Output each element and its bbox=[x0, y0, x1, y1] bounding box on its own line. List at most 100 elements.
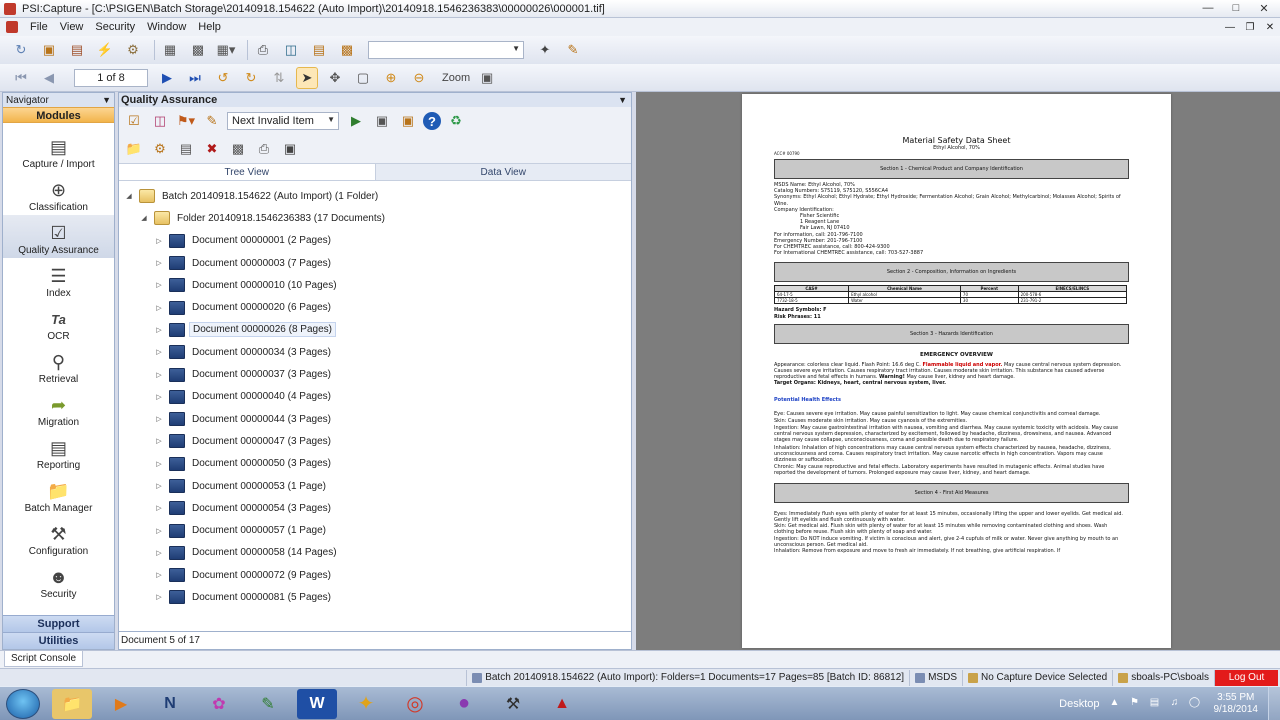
tab-data-view[interactable]: Data View bbox=[375, 164, 631, 180]
scan-insert-icon[interactable]: ⎙ bbox=[253, 138, 275, 160]
expand-icon[interactable]: ▷ bbox=[153, 482, 165, 490]
tree-document-node[interactable]: ▷ Document 00000010 (10 Pages) bbox=[119, 274, 631, 296]
doc-restore-button[interactable]: ❐ bbox=[1240, 22, 1260, 33]
tree-document-node[interactable]: ▷ Document 00000001 (2 Pages) bbox=[119, 230, 631, 252]
tree-folder-node[interactable]: ◢ Folder 20140918.1546236383 (17 Documen… bbox=[119, 207, 631, 229]
expand-icon[interactable]: ▷ bbox=[153, 504, 165, 512]
nav-item-quality-assurance[interactable]: ☑ Quality Assurance bbox=[3, 215, 114, 258]
doc-close-button[interactable]: ✕ bbox=[1260, 22, 1280, 33]
tree-document-node[interactable]: ▷ Document 00000040 (4 Pages) bbox=[119, 386, 631, 408]
expand-icon[interactable]: ▷ bbox=[153, 593, 165, 601]
pin-icon[interactable]: ▼ bbox=[102, 95, 111, 105]
tool-icon[interactable]: ⚒ bbox=[493, 689, 533, 719]
merge-icon[interactable]: ⚙ bbox=[149, 138, 171, 160]
split-icon[interactable]: ▤ bbox=[175, 138, 197, 160]
minimize-button[interactable]: — bbox=[1194, 0, 1222, 16]
zoom-rect-icon[interactable]: ▢ bbox=[352, 67, 374, 89]
go-icon[interactable]: ▶ bbox=[345, 110, 367, 132]
pin-icon[interactable]: ▼ bbox=[618, 95, 627, 105]
volume-icon[interactable]: ♫ bbox=[1168, 697, 1182, 711]
first-page-icon[interactable]: ⏮ bbox=[10, 67, 32, 89]
excel-like-icon[interactable]: N bbox=[150, 689, 190, 719]
expand-icon[interactable]: ▷ bbox=[153, 527, 165, 535]
help-icon[interactable]: ? bbox=[423, 112, 441, 130]
document-viewer[interactable]: Material Safety Data Sheet Ethyl Alcohol… bbox=[636, 92, 1280, 650]
rotate-left-icon[interactable]: ↺ bbox=[212, 67, 234, 89]
tray-expand-icon[interactable]: ▲ bbox=[1108, 697, 1122, 711]
import-icon[interactable]: ▤ bbox=[308, 39, 330, 61]
nav-item-batch-manager[interactable]: 📁 Batch Manager bbox=[3, 473, 114, 516]
word-icon[interactable]: W bbox=[297, 688, 337, 719]
doc-minimize-button[interactable]: — bbox=[1220, 22, 1240, 33]
maximize-button[interactable]: □ bbox=[1222, 0, 1250, 16]
expand-icon[interactable]: ▷ bbox=[153, 326, 165, 334]
recycle-icon[interactable]: ♻ bbox=[445, 110, 467, 132]
zoom-in-icon[interactable]: ⊕ bbox=[380, 67, 402, 89]
pointer-icon[interactable]: ➤ bbox=[296, 66, 318, 89]
tab-tree-view[interactable]: Tree View bbox=[119, 164, 376, 180]
grid-icon[interactable]: ▦▾ bbox=[215, 39, 237, 61]
export-icon[interactable]: ◫ bbox=[280, 39, 302, 61]
tree-document-node[interactable]: ▷ Document 00000047 (3 Pages) bbox=[119, 430, 631, 452]
expand-icon[interactable]: ▷ bbox=[153, 259, 165, 267]
modules-section-header[interactable]: Modules bbox=[3, 107, 114, 123]
next-page-icon[interactable]: ▶ bbox=[156, 67, 178, 89]
clock[interactable]: 3:55 PM 9/18/2014 bbox=[1214, 692, 1259, 716]
refresh-icon[interactable]: ↻ bbox=[10, 39, 32, 61]
profile-select[interactable]: ▼ bbox=[368, 41, 524, 59]
nav-item-security[interactable]: ☻ Security bbox=[3, 559, 114, 602]
tree-document-node[interactable]: ▷ Document 00000081 (5 Pages) bbox=[119, 586, 631, 608]
expand-icon[interactable]: ▷ bbox=[153, 415, 165, 423]
close-button[interactable]: ✕ bbox=[1250, 0, 1278, 16]
sphere-icon[interactable]: ● bbox=[444, 689, 484, 719]
tree-document-node[interactable]: ▷ Document 00000072 (9 Pages) bbox=[119, 564, 631, 586]
expand-icon[interactable]: ▷ bbox=[153, 371, 165, 379]
tree-document-node[interactable]: ▷ Document 00000020 (6 Pages) bbox=[119, 296, 631, 318]
expand-icon[interactable]: ▷ bbox=[153, 237, 165, 245]
tree-batch-node[interactable]: ◢ Batch 20140918.154622 (Auto Import) (1… bbox=[119, 185, 631, 207]
menu-window[interactable]: Window bbox=[141, 21, 192, 33]
logout-button[interactable]: Log Out bbox=[1214, 669, 1278, 686]
nav-item-ocr[interactable]: Ta OCR bbox=[3, 301, 114, 344]
nav-item-reporting[interactable]: ▤ Reporting bbox=[3, 430, 114, 473]
nav-item-retrieval[interactable]: ⚲ Retrieval bbox=[3, 344, 114, 387]
expand-icon[interactable]: ▷ bbox=[153, 348, 165, 356]
zoom-out-icon[interactable]: ⊖ bbox=[408, 67, 430, 89]
nav-item-capture-import[interactable]: ▤ Capture / Import bbox=[3, 129, 114, 172]
camera-icon[interactable]: ▣ bbox=[371, 110, 393, 132]
start-button[interactable] bbox=[6, 688, 40, 719]
acrobat-icon[interactable]: ▲ bbox=[542, 689, 582, 719]
menu-view[interactable]: View bbox=[54, 21, 90, 33]
template-icon[interactable]: ▦ bbox=[159, 39, 181, 61]
approve-icon[interactable]: ☑ bbox=[123, 110, 145, 132]
expand-icon[interactable]: ▷ bbox=[153, 393, 165, 401]
menu-file[interactable]: File bbox=[24, 21, 54, 33]
nav-item-classification[interactable]: ⊕ Classification bbox=[3, 172, 114, 215]
copy-icon[interactable]: ▩ bbox=[227, 138, 249, 160]
rotate-180-icon[interactable]: ⇅ bbox=[268, 67, 290, 89]
flag-icon[interactable]: ⚑▾ bbox=[175, 110, 197, 132]
tree-document-node[interactable]: ▷ Document 00000003 (7 Pages) bbox=[119, 252, 631, 274]
explorer-icon[interactable]: 📁 bbox=[52, 688, 92, 719]
rotate-right-icon[interactable]: ↻ bbox=[240, 67, 262, 89]
edit-icon[interactable]: ✎ bbox=[201, 110, 223, 132]
show-desktop-button[interactable] bbox=[1268, 686, 1280, 720]
media-player-icon[interactable]: ▶ bbox=[101, 689, 141, 719]
tree-document-node[interactable]: ▷ Document 00000026 (8 Pages) bbox=[119, 319, 631, 341]
nav-item-configuration[interactable]: ⚒ Configuration bbox=[3, 516, 114, 559]
lock-icon[interactable]: ▣ bbox=[279, 138, 301, 160]
pan-icon[interactable]: ✥ bbox=[324, 67, 346, 89]
open-batch-icon[interactable]: ▣ bbox=[38, 39, 60, 61]
zoom-dropdown[interactable]: Zoom bbox=[442, 72, 470, 84]
print-icon[interactable]: ⎙ bbox=[252, 39, 274, 61]
support-section[interactable]: Support bbox=[3, 615, 114, 632]
tree-document-node[interactable]: ▷ Document 00000054 (3 Pages) bbox=[119, 497, 631, 519]
menu-security[interactable]: Security bbox=[89, 21, 141, 33]
scan-icon[interactable]: ▤ bbox=[66, 39, 88, 61]
wand-icon[interactable]: ✦ bbox=[534, 39, 556, 61]
form-icon[interactable]: ▩ bbox=[187, 39, 209, 61]
tree-document-node[interactable]: ▷ Document 00000058 (14 Pages) bbox=[119, 542, 631, 564]
psi-capture-icon[interactable]: ✦ bbox=[346, 689, 386, 719]
desktop-toolbar[interactable]: Desktop bbox=[1059, 698, 1099, 710]
app-icon[interactable] bbox=[4, 2, 16, 15]
